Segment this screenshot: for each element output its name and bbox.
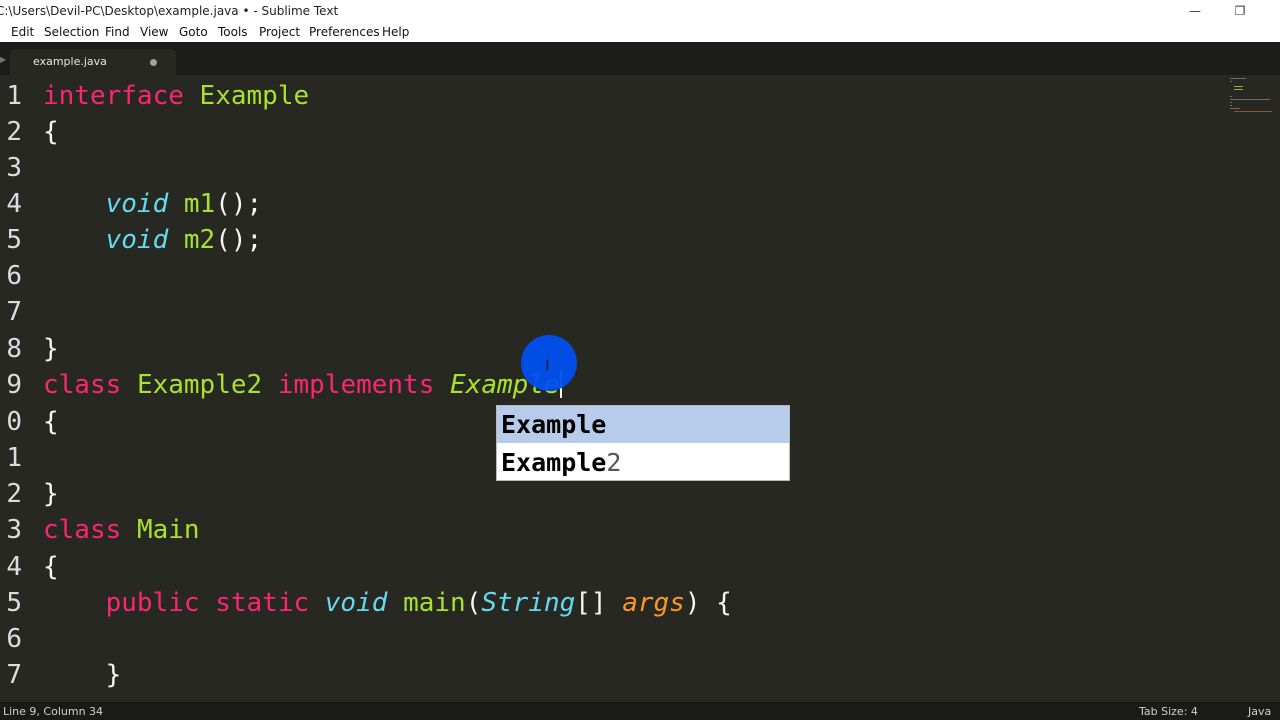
minimap-line (1230, 108, 1240, 109)
minimap-line (1230, 99, 1270, 100)
code-line: void m1(); (43, 186, 263, 222)
punctuation: [] (575, 588, 607, 618)
autocomplete-rest-text: 2 (606, 448, 622, 477)
line-number: 5 (6, 588, 22, 618)
tab-label: example.java (33, 55, 107, 68)
minimap-line (1230, 81, 1232, 82)
code-line: } (43, 479, 59, 509)
autocomplete-popup[interactable]: Example Example2 (496, 405, 790, 481)
code-line: class Example2 implements Example (43, 367, 562, 403)
line-number: 6 (6, 624, 22, 654)
line-number: 4 (6, 552, 22, 582)
window-title: C:\Users\Devil-PC\Desktop\example.java •… (0, 4, 339, 18)
menu-help[interactable]: Help (382, 25, 409, 39)
type-keyword: void (324, 588, 388, 618)
restore-icon: ❐ (1234, 4, 1246, 18)
menu-edit[interactable]: Edit (11, 25, 34, 39)
menu-project[interactable]: Project (259, 25, 300, 39)
keyword: interface (43, 81, 184, 111)
minimap-line (1234, 86, 1243, 87)
line-number: 1 (6, 443, 22, 473)
title-bar: C:\Users\Devil-PC\Desktop\example.java •… (0, 0, 1280, 22)
autocomplete-match-text: Example (501, 448, 607, 477)
autocomplete-match-text: Example (501, 410, 607, 439)
punctuation: } (105, 660, 122, 690)
menu-goto[interactable]: Goto (179, 25, 208, 39)
menu-bar: Edit Selection Find View Goto Tools Proj… (0, 22, 1280, 42)
method-name: main (403, 588, 466, 618)
method-name: m2 (183, 225, 216, 255)
minimap-line (1234, 111, 1272, 112)
line-number: 7 (6, 660, 22, 690)
line-number: 1 (6, 81, 22, 111)
tab-example-java[interactable]: example.java (10, 49, 176, 75)
minimap-line (1230, 78, 1246, 79)
method-name: m1 (183, 189, 216, 219)
menu-selection[interactable]: Selection (44, 25, 99, 39)
code-line: class Main (43, 512, 200, 548)
punctuation: (); (215, 189, 263, 219)
code-line: void m2(); (43, 222, 263, 258)
tab-bar: ▶ example.java (0, 42, 1280, 75)
identifier: Example2 (136, 370, 263, 400)
line-number: 5 (6, 225, 22, 255)
keyword: implements (277, 370, 435, 400)
status-bar: Line 9, Column 34 Tab Size: 4 Java (0, 702, 1280, 720)
code-line: { (43, 552, 59, 582)
restore-button[interactable]: ❐ (1217, 0, 1263, 22)
minimap-line (1234, 89, 1243, 90)
menu-preferences[interactable]: Preferences (309, 25, 380, 39)
param-type: String (481, 588, 576, 618)
punctuation: ( (465, 588, 482, 618)
menu-tools[interactable]: Tools (218, 25, 248, 39)
line-number: 6 (6, 261, 22, 291)
minimize-button[interactable]: — (1172, 0, 1218, 22)
code-line: public static void main(String[] args) { (43, 585, 732, 621)
punctuation: ) { (684, 588, 732, 618)
unsaved-dot-icon[interactable] (150, 59, 157, 66)
code-line: interface Example (43, 78, 309, 114)
minimap-line (1230, 102, 1232, 103)
syntax-indicator[interactable]: Java (1248, 705, 1271, 718)
identifier: Example (199, 81, 310, 111)
code-line: { (43, 117, 59, 147)
line-number: 9 (6, 370, 22, 400)
keyword: class (43, 370, 122, 400)
type-keyword: void (105, 189, 169, 219)
line-number: 2 (6, 479, 22, 509)
code-line: } (43, 334, 59, 364)
line-number: 3 (6, 515, 22, 545)
autocomplete-item-example2[interactable]: Example2 (497, 444, 789, 481)
line-number: 8 (6, 334, 22, 364)
line-number: 7 (6, 297, 22, 327)
minimap-line (1230, 96, 1232, 97)
tab-scroll-left-icon[interactable]: ▶ (0, 55, 6, 64)
line-number: 0 (6, 407, 22, 437)
punctuation: (); (215, 225, 263, 255)
param-name: args (622, 588, 685, 618)
code-line: { (43, 407, 59, 437)
line-number: 2 (6, 117, 22, 147)
identifier: Main (136, 515, 200, 545)
minimap-line (1230, 105, 1232, 106)
minimize-icon: — (1189, 4, 1201, 18)
keyword: class (43, 515, 122, 545)
tab-size-indicator[interactable]: Tab Size: 4 (1139, 705, 1198, 718)
type-keyword: void (105, 225, 169, 255)
ibeam-cursor-icon: I (545, 356, 550, 375)
line-number: 4 (6, 189, 22, 219)
code-line: } (43, 657, 122, 693)
keyword: public (105, 588, 200, 618)
line-number: 3 (6, 153, 22, 183)
autocomplete-item-example[interactable]: Example (497, 406, 789, 443)
menu-view[interactable]: View (140, 25, 168, 39)
code-editor[interactable]: 1 2 3 4 5 6 7 8 9 0 1 2 3 4 5 6 7 interf… (0, 75, 1280, 702)
keyword: static (215, 588, 310, 618)
menu-find[interactable]: Find (105, 25, 130, 39)
minimap[interactable] (1228, 75, 1276, 135)
cursor-position[interactable]: Line 9, Column 34 (3, 705, 103, 718)
